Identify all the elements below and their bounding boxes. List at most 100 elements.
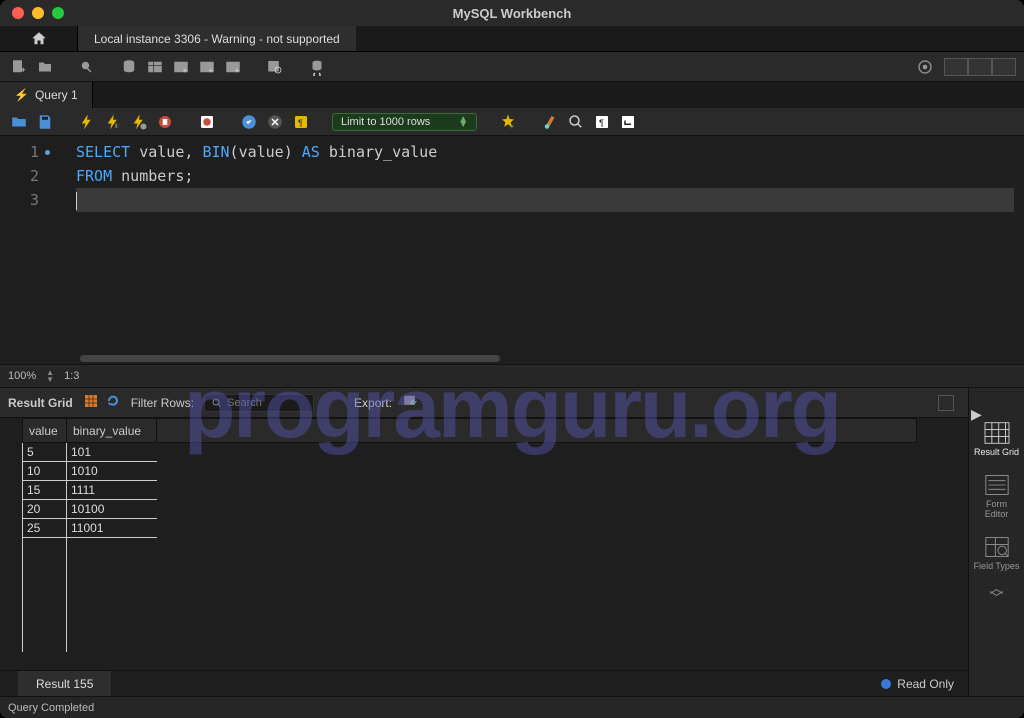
result-toolbar: Result Grid Filter Rows: Search Export: bbox=[0, 388, 968, 418]
window-minimize-button[interactable] bbox=[32, 7, 44, 19]
main-toolbar: + + + + bbox=[0, 52, 1024, 82]
svg-text:+: + bbox=[209, 66, 214, 75]
editor-horizontal-scrollbar[interactable] bbox=[80, 355, 500, 362]
find-button[interactable] bbox=[539, 111, 561, 133]
table-row[interactable]: 2511001 bbox=[23, 519, 917, 538]
home-button[interactable] bbox=[0, 26, 78, 51]
stop-button[interactable] bbox=[154, 111, 176, 133]
filter-rows-input[interactable]: Search bbox=[204, 394, 314, 412]
row-limit-dropdown[interactable]: Limit to 1000 rows ▲▼ bbox=[332, 113, 477, 131]
window-close-button[interactable] bbox=[12, 7, 24, 19]
cell-value[interactable]: 20 bbox=[23, 500, 67, 519]
collapse-side-icon[interactable]: ▶ bbox=[971, 406, 982, 423]
side-tab-scroll-icon[interactable]: ︿﹀ bbox=[990, 583, 1004, 603]
cell-value[interactable]: 10 bbox=[23, 462, 67, 481]
filter-rows-label: Filter Rows: bbox=[131, 396, 194, 410]
field-types-icon bbox=[983, 535, 1011, 559]
beautify-button[interactable]: + bbox=[497, 111, 519, 133]
cell-spacer bbox=[157, 481, 917, 500]
toggle-autocommit-button[interactable] bbox=[196, 111, 218, 133]
readonly-dot-icon bbox=[881, 679, 891, 689]
result-tab-label: Result 155 bbox=[36, 677, 93, 691]
db-create-view-button[interactable]: + bbox=[170, 56, 192, 78]
refresh-icon[interactable] bbox=[105, 393, 121, 412]
db-create-procedure-button[interactable]: + bbox=[196, 56, 218, 78]
cell-spacer bbox=[157, 519, 917, 538]
save-file-button[interactable] bbox=[34, 111, 56, 133]
svg-text:+: + bbox=[235, 66, 240, 75]
db-create-function-button[interactable]: + bbox=[222, 56, 244, 78]
cell-binary-value[interactable]: 1111 bbox=[67, 481, 157, 500]
search-table-data-button[interactable] bbox=[264, 56, 286, 78]
chevron-updown-icon: ▲▼ bbox=[458, 117, 468, 127]
cell-binary-value[interactable]: 11001 bbox=[67, 519, 157, 538]
code-area[interactable]: SELECT value, BIN(value) AS binary_value… bbox=[58, 136, 1024, 364]
execute-current-button[interactable]: I bbox=[102, 111, 124, 133]
commit-button[interactable] bbox=[238, 111, 260, 133]
column-header[interactable]: value bbox=[23, 419, 67, 443]
wrap-cell-button[interactable] bbox=[938, 395, 954, 411]
svg-text:+: + bbox=[21, 65, 26, 75]
side-tab-result-grid[interactable]: Result Grid bbox=[974, 417, 1020, 461]
side-tab-form-editor[interactable]: Form Editor bbox=[974, 469, 1020, 523]
invisible-chars-button[interactable] bbox=[617, 111, 639, 133]
toggle-whitespace-button[interactable]: ¶ bbox=[290, 111, 312, 133]
inspector-button[interactable] bbox=[76, 56, 98, 78]
wrap-lines-button[interactable]: ¶ bbox=[591, 111, 613, 133]
svg-text:¶: ¶ bbox=[298, 117, 303, 127]
svg-text:+: + bbox=[510, 121, 515, 130]
reconnect-button[interactable] bbox=[306, 56, 328, 78]
connection-tab[interactable]: Local instance 3306 - Warning - not supp… bbox=[78, 26, 356, 51]
cell-value[interactable]: 15 bbox=[23, 481, 67, 500]
settings-gear-button[interactable] bbox=[914, 56, 936, 78]
snippets-button[interactable] bbox=[565, 111, 587, 133]
result-side-tabs: ▶ Result Grid Form Editor Field Types ︿﹀ bbox=[968, 388, 1024, 696]
panel-toggle-group bbox=[944, 58, 1016, 76]
column-header[interactable]: binary_value bbox=[67, 419, 157, 443]
export-button[interactable] bbox=[402, 392, 420, 413]
sql-editor[interactable]: 1 2 3 SELECT value, BIN(value) AS binary… bbox=[0, 136, 1024, 364]
editor-toolbar: I ¶ Limit to 1000 rows ▲▼ + ¶ bbox=[0, 108, 1024, 136]
zoom-level: 100% bbox=[8, 370, 36, 382]
line-gutter: 1 2 3 bbox=[0, 136, 58, 364]
explain-button[interactable] bbox=[128, 111, 150, 133]
svg-text:¶: ¶ bbox=[599, 117, 604, 127]
result-grid[interactable]: value binary_value 510110101015111120101… bbox=[0, 418, 968, 670]
query-tab-label: Query 1 bbox=[35, 88, 78, 102]
toggle-right-panel-button[interactable] bbox=[992, 58, 1016, 76]
column-header-spacer bbox=[157, 419, 917, 443]
table-row[interactable]: 101010 bbox=[23, 462, 917, 481]
rollback-button[interactable] bbox=[264, 111, 286, 133]
db-create-schema-button[interactable] bbox=[118, 56, 140, 78]
toggle-left-panel-button[interactable] bbox=[944, 58, 968, 76]
lightning-icon: ⚡ bbox=[14, 88, 29, 102]
table-row[interactable]: 151111 bbox=[23, 481, 917, 500]
cell-spacer bbox=[157, 443, 917, 462]
result-tab-row: Result 155 Read Only bbox=[0, 670, 968, 696]
side-tab-field-types[interactable]: Field Types bbox=[974, 531, 1020, 575]
query-tab[interactable]: ⚡ Query 1 bbox=[0, 82, 93, 108]
cell-value[interactable]: 25 bbox=[23, 519, 67, 538]
table-row[interactable]: 5101 bbox=[23, 443, 917, 462]
cursor-position: 1:3 bbox=[64, 370, 79, 382]
cell-binary-value[interactable]: 10100 bbox=[67, 500, 157, 519]
cell-value[interactable]: 5 bbox=[23, 443, 67, 462]
result-tab[interactable]: Result 155 bbox=[18, 671, 111, 696]
cell-binary-value[interactable]: 1010 bbox=[67, 462, 157, 481]
table-row[interactable]: 2010100 bbox=[23, 500, 917, 519]
window-zoom-button[interactable] bbox=[52, 7, 64, 19]
new-sql-tab-button[interactable]: + bbox=[8, 56, 30, 78]
grid-icon bbox=[983, 421, 1011, 445]
query-tab-bar: ⚡ Query 1 bbox=[0, 82, 1024, 108]
cell-spacer bbox=[157, 500, 917, 519]
open-sql-button[interactable] bbox=[34, 56, 56, 78]
toggle-bottom-panel-button[interactable] bbox=[968, 58, 992, 76]
cell-binary-value[interactable]: 101 bbox=[67, 443, 157, 462]
side-tab-label: Field Types bbox=[974, 561, 1020, 571]
open-file-button[interactable] bbox=[8, 111, 30, 133]
execute-button[interactable] bbox=[76, 111, 98, 133]
status-bar: Query Completed bbox=[0, 696, 1024, 718]
zoom-stepper-icon[interactable]: ▲▼ bbox=[46, 369, 54, 383]
db-create-table-button[interactable] bbox=[144, 56, 166, 78]
form-icon bbox=[983, 473, 1011, 497]
